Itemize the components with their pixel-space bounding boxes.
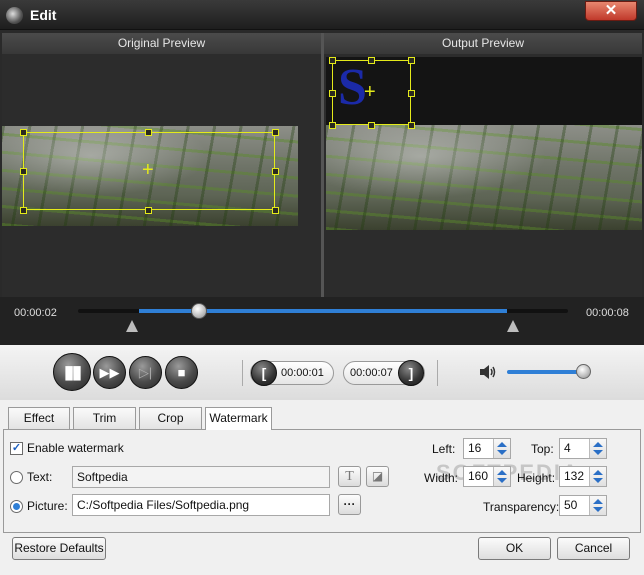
resize-handle[interactable] <box>20 168 27 175</box>
cancel-button[interactable]: Cancel <box>557 537 630 560</box>
width-value: 160 <box>468 469 489 483</box>
top-spinner[interactable]: 4 <box>559 438 607 459</box>
move-crosshair-icon[interactable]: + <box>364 82 376 102</box>
width-label: Width: <box>424 471 459 485</box>
step-frame-button[interactable]: ▷| <box>129 356 162 389</box>
resize-handle[interactable] <box>329 122 336 129</box>
resize-handle[interactable] <box>272 129 279 136</box>
bracket-open-icon: [ <box>261 365 267 381</box>
pause-button[interactable]: ▮▮ <box>53 353 91 391</box>
height-spinner[interactable]: 132 <box>559 466 607 487</box>
transparency-label: Transparency: <box>483 500 560 514</box>
transparency-value: 50 <box>564 498 578 512</box>
spinner-arrows-icon[interactable] <box>589 496 606 515</box>
timeline-scrubber[interactable] <box>191 303 207 319</box>
pause-icon: ▮▮ <box>64 362 82 382</box>
app-icon <box>6 7 23 24</box>
resize-handle[interactable] <box>329 57 336 64</box>
resize-handle[interactable] <box>408 90 415 97</box>
stop-button[interactable]: ■ <box>165 356 198 389</box>
move-crosshair-icon[interactable]: + <box>142 160 154 180</box>
height-value: 132 <box>564 469 585 483</box>
width-spinner[interactable]: 160 <box>463 466 511 487</box>
tab-effect[interactable]: Effect <box>8 407 70 429</box>
speaker-icon[interactable] <box>478 362 498 382</box>
bracket-close-icon: ] <box>408 365 414 381</box>
watermark-text-input[interactable]: Softpedia <box>72 466 330 488</box>
resize-handle[interactable] <box>20 129 27 136</box>
resize-handle[interactable] <box>145 207 152 214</box>
window-title: Edit <box>30 7 57 23</box>
original-preview-pane: + <box>2 54 321 297</box>
separator <box>437 360 438 386</box>
height-label: Height: <box>517 471 556 485</box>
stop-icon: ■ <box>177 365 186 380</box>
text-radio[interactable] <box>10 471 23 484</box>
font-icon: T <box>345 469 354 484</box>
resize-handle[interactable] <box>408 122 415 129</box>
resize-handle[interactable] <box>368 57 375 64</box>
spinner-arrows-icon[interactable] <box>589 439 606 458</box>
title-bar <box>0 0 644 30</box>
total-time: 00:00:08 <box>586 307 629 319</box>
trim-start-marker[interactable] <box>126 320 138 332</box>
enable-watermark-checkbox[interactable]: ✓ <box>10 442 23 455</box>
enable-watermark-label: Enable watermark <box>27 441 124 455</box>
resize-handle[interactable] <box>145 129 152 136</box>
spinner-arrows-icon[interactable] <box>493 439 510 458</box>
tab-trim[interactable]: Trim <box>73 407 136 429</box>
resize-handle[interactable] <box>329 90 336 97</box>
left-value: 16 <box>468 441 482 455</box>
picture-path-input[interactable]: C:/Softpedia Files/Softpedia.png <box>72 494 330 516</box>
resize-handle[interactable] <box>368 122 375 129</box>
close-button[interactable]: ✕ <box>585 1 637 21</box>
output-video-frame <box>326 125 642 230</box>
original-preview-header: Original Preview <box>2 33 321 54</box>
left-spinner[interactable]: 16 <box>463 438 511 459</box>
resize-handle[interactable] <box>272 207 279 214</box>
separator <box>242 360 243 386</box>
ok-button[interactable]: OK <box>478 537 551 560</box>
resize-handle[interactable] <box>408 57 415 64</box>
output-preview-header: Output Preview <box>324 33 642 54</box>
left-label: Left: <box>432 442 456 456</box>
next-frame-icon: ▶▶ <box>99 365 120 380</box>
tab-watermark[interactable]: Watermark <box>205 407 272 430</box>
resize-handle[interactable] <box>272 168 279 175</box>
output-preview-pane: S + <box>324 54 642 297</box>
transparency-spinner[interactable]: 50 <box>559 495 607 516</box>
trim-end-marker[interactable] <box>507 320 519 332</box>
top-label: Top: <box>531 442 554 456</box>
color-swatch-icon: ◪ <box>371 469 384 483</box>
resize-handle[interactable] <box>20 207 27 214</box>
font-button[interactable]: T <box>338 466 361 487</box>
picture-radio[interactable] <box>10 500 23 513</box>
picture-label: Picture: <box>27 499 68 513</box>
check-icon: ✓ <box>11 442 22 454</box>
current-time: 00:00:02 <box>14 307 57 319</box>
volume-slider[interactable] <box>507 370 583 374</box>
volume-knob[interactable] <box>576 364 591 379</box>
step-frame-icon: ▷| <box>138 365 153 380</box>
timeline-bar <box>0 297 644 345</box>
color-button[interactable]: ◪ <box>366 466 389 487</box>
spinner-arrows-icon[interactable] <box>589 467 606 486</box>
set-end-button[interactable]: ] <box>398 360 424 386</box>
text-label: Text: <box>27 470 53 484</box>
set-start-button[interactable]: [ <box>251 360 277 386</box>
spinner-arrows-icon[interactable] <box>493 467 510 486</box>
restore-defaults-button[interactable]: Restore Defaults <box>12 537 106 560</box>
next-frame-button[interactable]: ▶▶ <box>93 356 126 389</box>
browse-button[interactable]: ··· <box>338 494 361 515</box>
top-value: 4 <box>564 441 571 455</box>
tab-crop[interactable]: Crop <box>139 407 202 429</box>
